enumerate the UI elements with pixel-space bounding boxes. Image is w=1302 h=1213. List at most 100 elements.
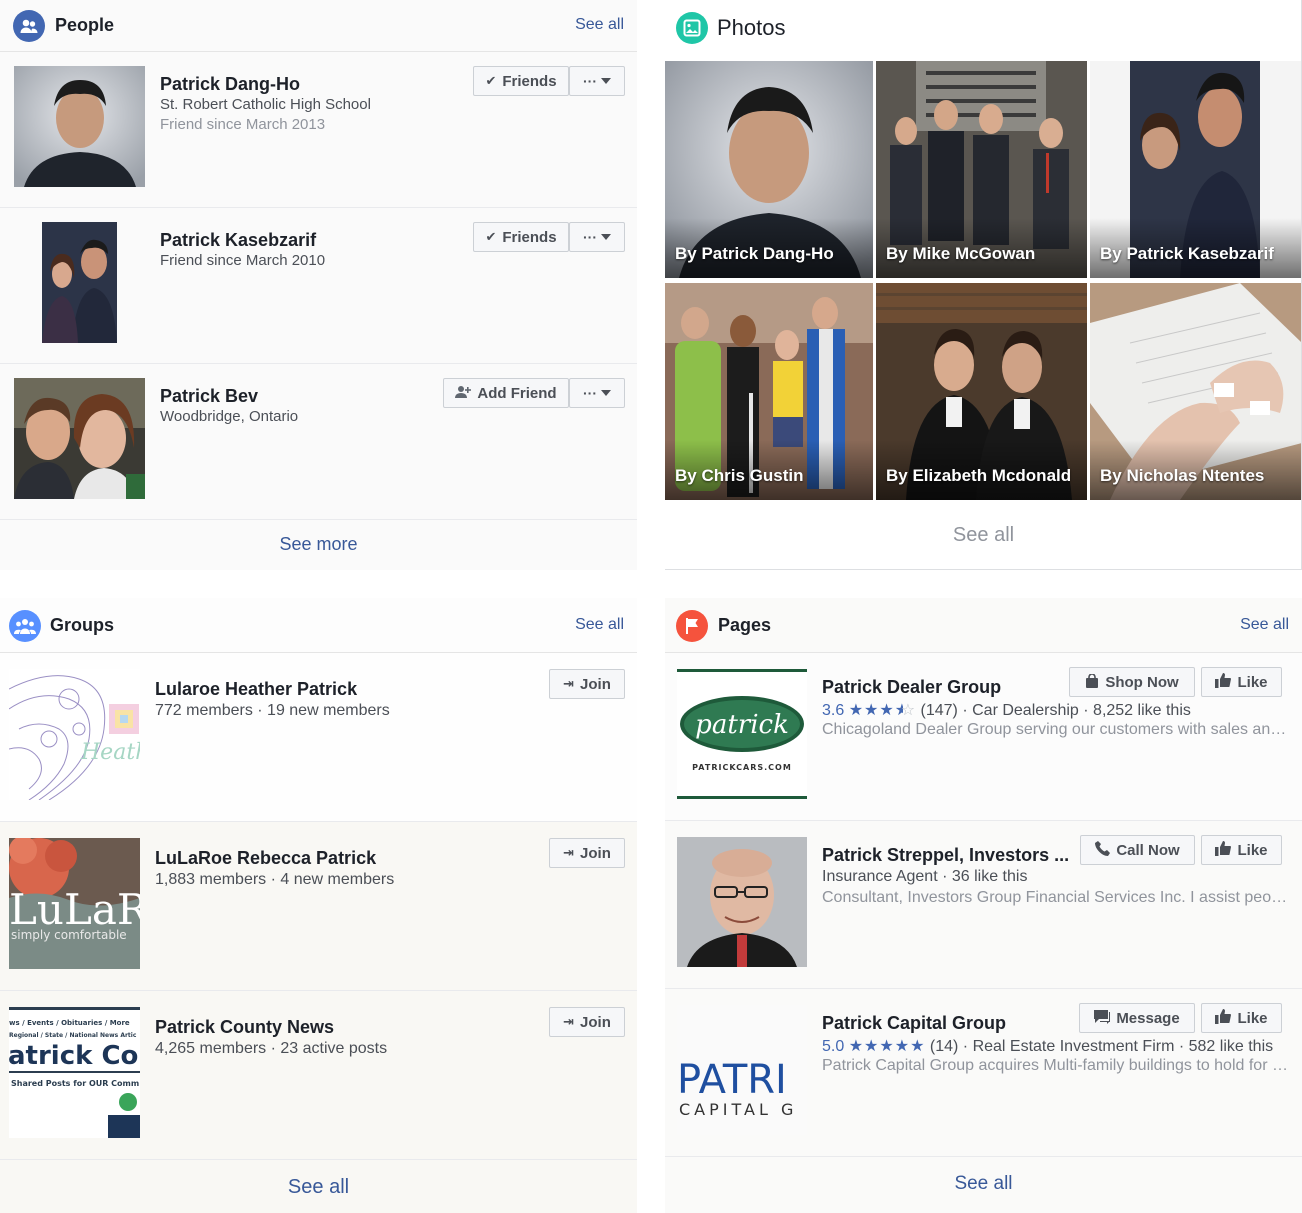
person-row[interactable]: Patrick Bev Woodbridge, Ontario Add Frie… xyxy=(0,364,637,520)
flag-icon xyxy=(676,610,708,642)
join-button-label: Join xyxy=(580,675,611,693)
more-options-button[interactable]: ··· xyxy=(569,378,625,408)
photo-caption: By Nicholas Ntentes xyxy=(1100,466,1265,485)
photos-see-all-link[interactable]: See all xyxy=(665,524,1301,547)
like-button-label: Like xyxy=(1237,841,1268,859)
page-name[interactable]: Patrick Capital Group xyxy=(822,1013,1006,1034)
shop-now-button-label: Shop Now xyxy=(1105,673,1179,691)
page-name[interactable]: Patrick Streppel, Investors ... xyxy=(822,845,1069,866)
groups-see-all-link[interactable]: See all xyxy=(575,616,624,634)
photo-tile[interactable]: By Elizabeth Mcdonald xyxy=(876,283,1087,500)
group-name[interactable]: LuLaRoe Rebecca Patrick xyxy=(155,848,376,869)
pages-header: Pages See all xyxy=(665,598,1302,653)
join-icon: ⇥ xyxy=(563,845,575,860)
more-options-button[interactable]: ··· xyxy=(569,66,625,96)
photo-caption: By Elizabeth Mcdonald xyxy=(886,466,1072,485)
join-button[interactable]: ⇥ Join xyxy=(549,669,625,699)
like-button[interactable]: Like xyxy=(1201,835,1282,865)
page-row[interactable]: PATRI CAPITAL G Patrick Capital Group 5.0… xyxy=(665,989,1302,1157)
group-name[interactable]: Patrick County News xyxy=(155,1017,334,1038)
star-rating-icon: ★★★★☆ xyxy=(848,702,917,719)
person-photo[interactable] xyxy=(14,66,145,187)
group-thumbnail-text: atrick Cou xyxy=(9,1041,140,1071)
add-friend-button[interactable]: Add Friend xyxy=(443,378,569,408)
page-review-count: (147) · xyxy=(920,702,968,719)
page-thumbnail[interactable]: PATRI CAPITAL G xyxy=(677,1005,807,1135)
page-category: Insurance Agent · 36 like this xyxy=(822,868,1028,885)
like-button[interactable]: Like xyxy=(1201,1003,1282,1033)
group-thumbnail[interactable]: Heath xyxy=(9,669,140,800)
shop-now-button[interactable]: Shop Now xyxy=(1069,667,1195,697)
page-meta: 5.0 ★★★★★ (14) · Real Estate Investment … xyxy=(822,1036,1273,1056)
friends-button[interactable]: ✔ Friends xyxy=(473,222,569,252)
photo-caption: By Mike McGowan xyxy=(886,244,1036,263)
page-name[interactable]: Patrick Dealer Group xyxy=(822,677,1001,698)
chevron-down-icon xyxy=(601,390,611,396)
thumbs-up-icon xyxy=(1215,673,1232,691)
star-rating-icon: ★★★★★ xyxy=(848,1038,926,1055)
group-thumbnail-text: LuLaRo xyxy=(9,885,140,934)
group-row[interactable]: Heath Lularoe Heather Patrick 772 member… xyxy=(0,653,637,822)
message-button[interactable]: Message xyxy=(1079,1003,1195,1033)
group-thumbnail[interactable]: ws / Events / Obituaries / More Regional … xyxy=(9,1007,140,1138)
more-options-button[interactable]: ··· xyxy=(569,222,625,252)
group-row[interactable]: LuLaRosimply comfortable LuLaRoe Rebecca… xyxy=(0,822,637,991)
photo-caption: By Patrick Dang-Ho xyxy=(675,244,834,263)
page-category: Car Dealership · 8,252 like this xyxy=(972,702,1191,719)
message-icon xyxy=(1094,1009,1111,1027)
group-meta: 4,265 members · 23 active posts xyxy=(155,1040,388,1057)
page-row[interactable]: Patrick Streppel, Investors ... Insuranc… xyxy=(665,821,1302,989)
page-thumbnail[interactable] xyxy=(677,837,807,967)
person-name[interactable]: Patrick Bev xyxy=(160,386,258,407)
group-thumbnail[interactable]: LuLaRosimply comfortable xyxy=(9,838,140,969)
page-row[interactable]: patrick PATRICKCARS.COM Patrick Dealer Gr… xyxy=(665,653,1302,821)
page-logo-text: patrick xyxy=(695,710,789,740)
photo-tile[interactable]: By Nicholas Ntentes xyxy=(1090,283,1301,500)
group-thumbnail-tagline: ws / Events / Obituaries / More xyxy=(9,1019,130,1027)
phone-icon xyxy=(1095,841,1111,859)
friends-button[interactable]: ✔ Friends xyxy=(473,66,569,96)
people-icon xyxy=(13,10,45,42)
page-description: Chicagoland Dealer Group serving our cus… xyxy=(822,721,1292,738)
pages-panel: Pages See all patrick PATRICKCARS.COM Pat… xyxy=(665,598,1302,1213)
page-logo-subtext: PATRICKCARS.COM xyxy=(692,763,792,772)
photo-caption: By Patrick Kasebzarif xyxy=(1100,244,1274,263)
photo-tile[interactable]: By Mike McGowan xyxy=(876,61,1087,278)
person-photo[interactable] xyxy=(42,222,117,343)
person-row[interactable]: Patrick Kasebzarif Friend since March 20… xyxy=(0,208,637,364)
people-see-all-link[interactable]: See all xyxy=(575,16,624,34)
page-thumbnail[interactable]: patrick PATRICKCARS.COM xyxy=(677,669,807,799)
group-thumbnail-text: Heath xyxy=(80,740,140,765)
photos-title: Photos xyxy=(717,15,786,40)
page-meta: 3.6 ★★★★☆ (147) · Car Dealership · 8,252… xyxy=(822,700,1191,720)
group-name[interactable]: Lularoe Heather Patrick xyxy=(155,679,357,700)
group-thumbnail-tagline-2: Regional / State / National News Artic xyxy=(9,1032,137,1039)
person-photo[interactable] xyxy=(14,378,145,499)
join-button[interactable]: ⇥ Join xyxy=(549,838,625,868)
message-button-label: Message xyxy=(1116,1009,1180,1027)
people-panel: People See all Patrick Dang-Ho St. Rober… xyxy=(0,0,637,570)
thumbs-up-icon xyxy=(1215,841,1232,859)
more-options-label: ··· xyxy=(583,385,597,401)
group-row[interactable]: ws / Events / Obituaries / More Regional … xyxy=(0,991,637,1160)
person-name[interactable]: Patrick Kasebzarif xyxy=(160,230,316,251)
pages-see-all-link[interactable]: See all xyxy=(1240,616,1289,634)
page-logo-text: PATRI xyxy=(677,1057,787,1103)
person-name[interactable]: Patrick Dang-Ho xyxy=(160,74,300,95)
call-now-button[interactable]: Call Now xyxy=(1080,835,1195,865)
photo-tile[interactable]: By Patrick Dang-Ho xyxy=(665,61,873,278)
photo-tile[interactable]: By Chris Gustin xyxy=(665,283,873,500)
groups-bottom-see-all-link[interactable]: See all xyxy=(0,1176,637,1199)
like-button[interactable]: Like xyxy=(1201,667,1282,697)
join-button[interactable]: ⇥ Join xyxy=(549,1007,625,1037)
page-category: Real Estate Investment Firm · 582 like t… xyxy=(972,1038,1274,1055)
person-location: Woodbridge, Ontario xyxy=(160,408,299,425)
people-see-more-link[interactable]: See more xyxy=(0,534,637,555)
friends-button-label: Friends xyxy=(502,72,557,90)
pages-bottom-see-all-link[interactable]: See all xyxy=(665,1173,1302,1195)
chevron-down-icon xyxy=(601,78,611,84)
checkmark-icon: ✔ xyxy=(485,73,497,88)
page-description: Patrick Capital Group acquires Multi-fam… xyxy=(822,1057,1292,1074)
person-row[interactable]: Patrick Dang-Ho St. Robert Catholic High… xyxy=(0,52,637,208)
photo-tile[interactable]: By Patrick Kasebzarif xyxy=(1090,61,1301,278)
